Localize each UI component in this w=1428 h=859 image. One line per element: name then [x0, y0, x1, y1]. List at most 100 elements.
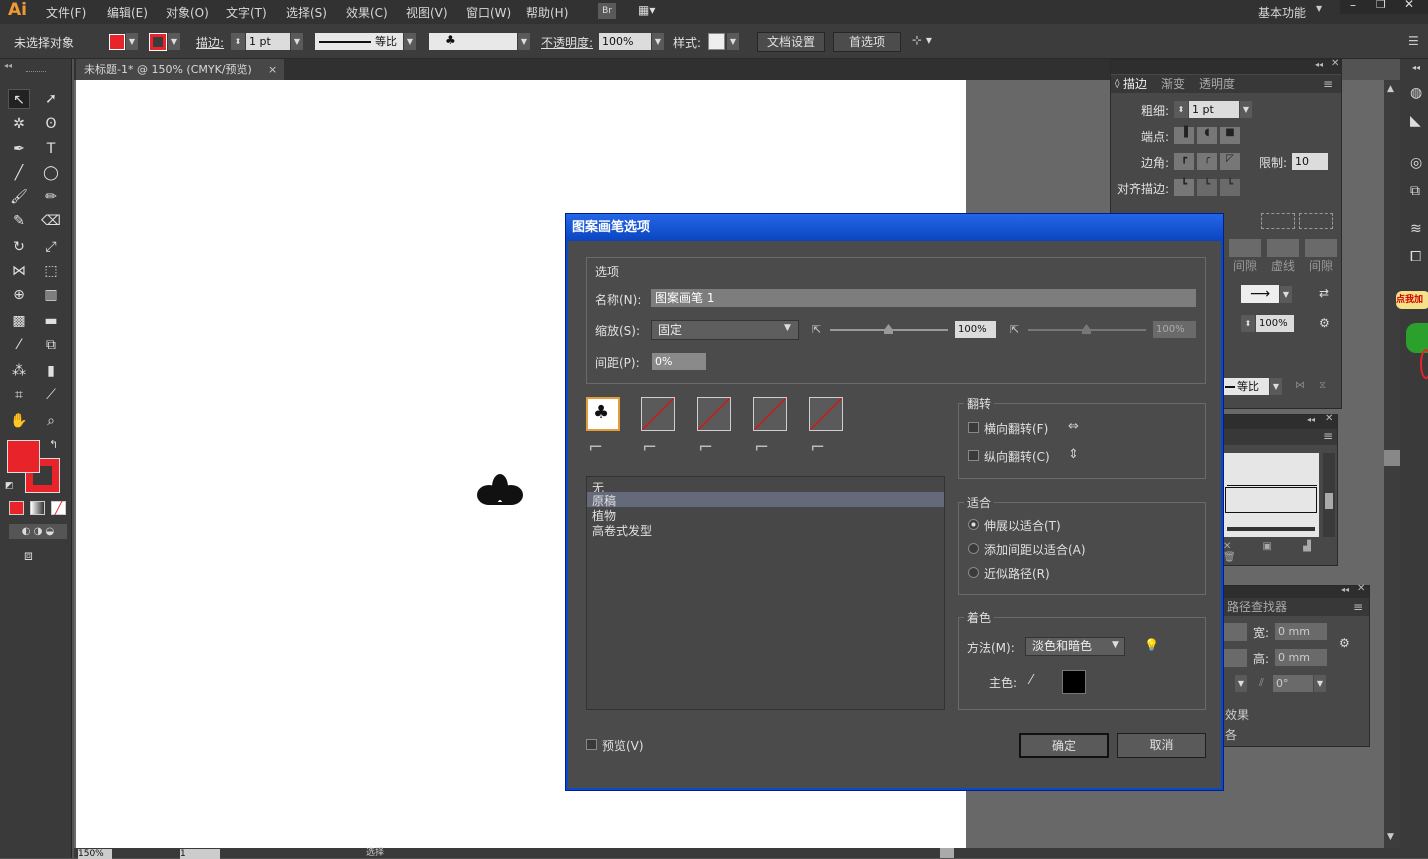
canvas-vertical-scrollbar[interactable]: ▲ ▼: [1384, 80, 1400, 848]
color-guide-icon[interactable]: ◣: [1410, 113, 1421, 129]
name-input[interactable]: 图案画笔 1: [651, 289, 1196, 307]
gap-field-1[interactable]: [1229, 239, 1261, 257]
direct-selection-tool-icon[interactable]: ➚: [40, 89, 62, 109]
fit-stretch-radio[interactable]: [968, 519, 979, 530]
inner-corner-tile[interactable]: [697, 397, 731, 431]
width-field[interactable]: 0 mm: [1275, 623, 1327, 640]
opacity-field[interactable]: 100%: [599, 33, 651, 50]
flip-across-checkbox[interactable]: [968, 450, 979, 461]
workspace-dropdown-icon[interactable]: ▼: [1316, 4, 1322, 13]
x-field[interactable]: [1223, 623, 1247, 641]
column-graph-tool-icon[interactable]: ▮: [40, 361, 62, 381]
weight-stepper[interactable]: ⬍: [1174, 101, 1188, 118]
menu-file[interactable]: 文件(F): [46, 4, 86, 21]
minimize-icon[interactable]: –: [1350, 0, 1356, 12]
preview-checkbox[interactable]: [586, 739, 597, 750]
close-tab-icon[interactable]: ×: [268, 59, 277, 80]
gradient-mode-icon[interactable]: [30, 501, 45, 515]
brush-library-preview[interactable]: [1223, 453, 1319, 537]
workspace-switcher[interactable]: 基本功能: [1258, 4, 1306, 21]
menu-select[interactable]: 选择(S): [286, 4, 327, 21]
stroke-panel-close-icon[interactable]: ✕: [1331, 58, 1339, 69]
document-tab[interactable]: 未标题-1* @ 150% (CMYK/预览) ×: [76, 59, 284, 80]
scroll-thumb[interactable]: [1384, 450, 1400, 466]
tab-stroke[interactable]: 描边: [1123, 75, 1147, 93]
bevel-join-icon[interactable]: ◸: [1220, 153, 1240, 170]
stroke-weight-dropdown-icon[interactable]: ▼: [291, 33, 303, 50]
rotate-dropdown-icon[interactable]: ▼: [1235, 675, 1247, 692]
height-field[interactable]: 0 mm: [1275, 649, 1327, 666]
color-panel-icon[interactable]: ◍: [1410, 85, 1422, 101]
fit-approximate-radio[interactable]: [968, 567, 979, 578]
list-item[interactable]: 高卷式发型: [592, 522, 652, 539]
arrow-scale-stepper[interactable]: ⬍: [1241, 315, 1255, 332]
brushes-menu-icon[interactable]: ≡: [1323, 429, 1333, 443]
menu-object[interactable]: 对象(O): [166, 4, 209, 21]
scale-percent-field[interactable]: 100%: [955, 321, 996, 338]
dash-field-2[interactable]: [1267, 239, 1299, 257]
mesh-tool-icon[interactable]: ▩: [8, 311, 30, 331]
stroke-panel-menu-icon[interactable]: ≡: [1323, 75, 1333, 93]
color-mode-icon[interactable]: [9, 501, 24, 515]
artboard-tool-icon[interactable]: ⌗: [8, 385, 30, 405]
pen-tool-icon[interactable]: ✒: [8, 139, 30, 159]
fit-approximate-label[interactable]: 近似路径(R): [984, 565, 1050, 582]
align-outside-icon[interactable]: ┗: [1220, 179, 1240, 196]
flip-across-icon[interactable]: ⧖: [1319, 380, 1326, 391]
stroke-panel-titlebar[interactable]: ◂◂ ✕: [1111, 58, 1341, 74]
butt-cap-icon[interactable]: ▐: [1174, 127, 1194, 144]
graphic-style-swatch[interactable]: [708, 33, 725, 50]
weight-dropdown-icon[interactable]: ▼: [1240, 101, 1252, 118]
hand-tool-icon[interactable]: ✋: [8, 411, 30, 431]
method-dropdown-icon[interactable]: ▼: [1112, 640, 1119, 650]
stroke-dropdown-icon[interactable]: ▼: [168, 33, 180, 50]
transform-menu-icon[interactable]: ≡: [1353, 598, 1363, 616]
brushes-scrollbar[interactable]: [1323, 453, 1335, 537]
brushes-collapse-icon[interactable]: ◂◂: [1307, 415, 1315, 424]
flip-across-label[interactable]: 纵向翻转(C): [984, 448, 1050, 465]
arrow-scale-field[interactable]: 100%: [1256, 315, 1294, 332]
stroke-profile-dropdown-icon[interactable]: ▼: [1270, 378, 1282, 395]
scroll-up-icon[interactable]: ▲: [1387, 84, 1394, 94]
constrain-proportions-icon[interactable]: ⚙: [1339, 636, 1350, 650]
arrange-documents-icon[interactable]: ▦▾: [638, 3, 666, 19]
scroll-down-icon[interactable]: ▼: [1387, 832, 1394, 842]
screen-mode-icon[interactable]: ⧈: [24, 548, 33, 564]
brushes-scroll-thumb[interactable]: [1325, 493, 1333, 509]
zoom-tool-icon[interactable]: ⌕: [40, 411, 62, 431]
artboards-panel-icon[interactable]: ⧠: [1410, 249, 1421, 265]
scale-select[interactable]: 固定: [651, 320, 799, 340]
preview-label[interactable]: 预览(V): [602, 737, 644, 754]
method-select[interactable]: 淡色和暗色: [1025, 637, 1125, 656]
perspective-grid-tool-icon[interactable]: ▥: [40, 285, 62, 305]
flip-along-checkbox[interactable]: [968, 422, 979, 433]
menu-view[interactable]: 视图(V): [406, 4, 448, 21]
dialog-title[interactable]: 图案画笔选项: [566, 214, 1223, 241]
graphic-styles-icon[interactable]: ⧉: [1410, 183, 1420, 199]
tab-pathfinder[interactable]: 路径查找器: [1227, 598, 1287, 616]
fit-add-space-label[interactable]: 添加间距以适合(A): [984, 541, 1086, 558]
eyedropper-icon[interactable]: ⁄: [1030, 673, 1032, 688]
stroke-panel-collapse-icon[interactable]: ◂◂: [1315, 60, 1323, 69]
arrange-panel-icon[interactable]: ⊹ ▾: [912, 33, 932, 47]
brushes-panel-titlebar[interactable]: ◂◂ ✕: [1211, 413, 1337, 429]
tools-grip[interactable]: [26, 71, 46, 73]
menu-help[interactable]: 帮助(H): [526, 4, 568, 21]
swap-arrowheads-icon[interactable]: ⇄: [1319, 286, 1329, 300]
opacity-label[interactable]: 不透明度:: [541, 34, 593, 51]
eraser-tool-icon[interactable]: ⌫: [40, 211, 62, 231]
blob-brush-tool-icon[interactable]: ✎: [8, 211, 30, 231]
pencil-tool-icon[interactable]: ✏: [40, 187, 62, 207]
profile-dropdown-icon[interactable]: ▼: [404, 33, 416, 50]
brush-definition[interactable]: ♣: [429, 33, 517, 50]
stroke-swatch[interactable]: [149, 33, 167, 51]
arrowhead-dropdown-icon[interactable]: ▼: [1280, 286, 1292, 303]
menu-effect[interactable]: 效果(C): [346, 4, 388, 21]
end-tile[interactable]: [809, 397, 843, 431]
collapse-tools-icon[interactable]: ◂◂: [4, 61, 12, 70]
align-center-icon[interactable]: ┗: [1174, 179, 1194, 196]
flower-artwork[interactable]: [476, 474, 524, 510]
stroke-weight-field[interactable]: 1 pt: [246, 33, 290, 50]
stroke-profile-field[interactable]: 等比: [1223, 378, 1269, 395]
bridge-button[interactable]: Br: [598, 3, 616, 19]
